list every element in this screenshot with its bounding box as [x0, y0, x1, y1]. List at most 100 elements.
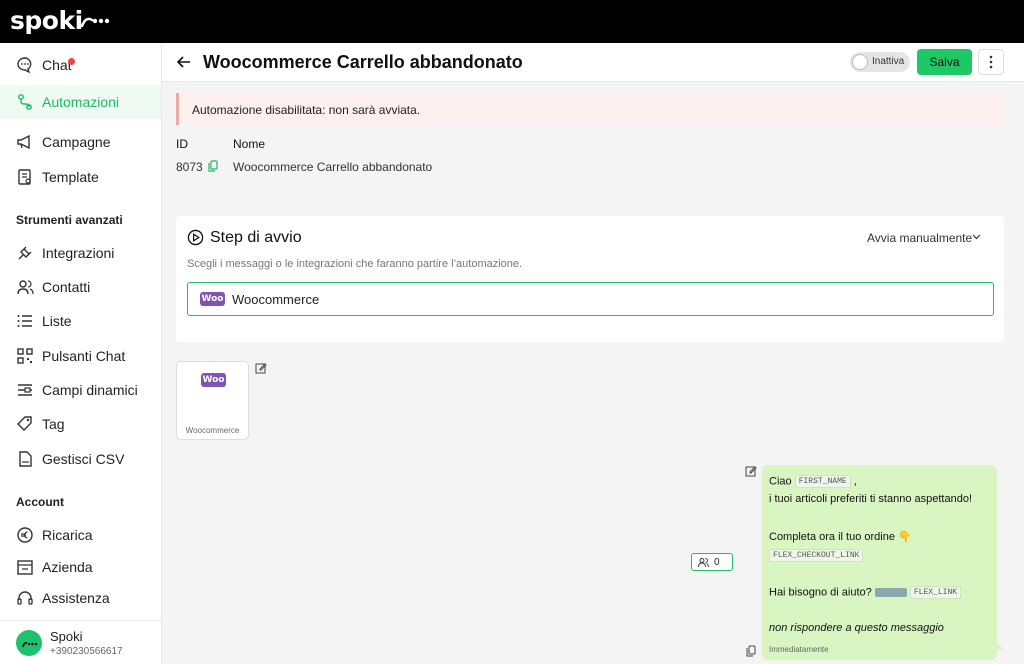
section-title-account: Account — [16, 495, 64, 509]
spoki-logo[interactable]: spoki — [10, 6, 83, 35]
sidebar-item-automazioni[interactable]: Automazioni — [0, 85, 161, 119]
chevron-down-icon[interactable] — [972, 234, 981, 240]
sidebar-item-azienda[interactable]: Azienda — [0, 550, 161, 584]
list-icon — [17, 315, 32, 327]
copy-icon[interactable] — [208, 160, 218, 172]
avatar — [16, 630, 42, 656]
back-arrow-icon[interactable] — [176, 54, 192, 70]
save-button[interactable]: Salva — [917, 49, 972, 75]
counter-value: 0 — [714, 557, 720, 568]
sidebar-item-label: Assistenza — [42, 590, 110, 606]
message-line: non rispondere a questo messaggio — [769, 622, 944, 634]
id-value: 8073 — [176, 160, 203, 174]
sidebar-item-integrazioni[interactable]: Integrazioni — [0, 236, 161, 270]
active-toggle[interactable]: Inattiva — [850, 52, 910, 72]
trigger-selector[interactable]: Woo Woocommerce — [187, 282, 994, 316]
spoki-avatar-icon — [22, 641, 38, 648]
sidebar-item-label: Azienda — [42, 559, 93, 575]
message-line-greeting: Ciao FIRST_NAME , — [769, 475, 857, 488]
message-line-complete: Completa ora il tuo ordine 👇 — [769, 530, 912, 543]
notification-dot — [68, 58, 75, 65]
profile-name: Spoki — [50, 629, 83, 644]
sidebar-item-label: Chat — [42, 57, 72, 73]
building-icon — [17, 560, 33, 575]
csv-file-icon — [19, 451, 32, 467]
edit-message-icon[interactable] — [745, 465, 757, 477]
sidebar: Chat Automazioni Campagne Template Strum… — [0, 43, 162, 664]
greeting-text: Ciao — [769, 475, 792, 488]
disabled-alert: Automazione disabilitata: non sarà avvia… — [176, 93, 1004, 125]
more-options-button[interactable] — [978, 49, 1004, 75]
sidebar-item-ricarica[interactable]: Ricarica — [0, 518, 161, 552]
toggle-label: Inattiva — [872, 56, 905, 67]
template-icon — [18, 169, 31, 185]
logo-dots-icon — [80, 17, 110, 28]
section-title-advanced: Strumenti avanzati — [16, 213, 123, 227]
sidebar-item-label: Template — [42, 169, 99, 185]
qr-code-icon — [17, 348, 33, 364]
sidebar-item-liste[interactable]: Liste — [0, 304, 161, 338]
sidebar-item-label: Integrazioni — [42, 245, 115, 261]
bubble-tail — [994, 640, 1004, 650]
sidebar-item-label: Campi dinamici — [42, 382, 138, 398]
variable-chip: FLEX_LINK — [909, 586, 962, 599]
fields-icon — [18, 384, 32, 396]
sidebar-item-label: Pulsanti Chat — [42, 348, 126, 364]
help-text: Hai bisogno di aiuto? — [769, 586, 872, 599]
id-label: ID — [176, 137, 188, 151]
sidebar-item-label: Liste — [42, 313, 72, 329]
message-line-help: Hai bisogno di aiuto? FLEX_LINK — [769, 586, 962, 599]
headset-icon — [17, 591, 33, 605]
page-title: Woocommerce Carrello abbandonato — [203, 52, 523, 72]
complete-text: Completa ora il tuo ordine — [769, 531, 895, 543]
megaphone-icon — [17, 134, 30, 150]
greeting-suffix: , — [853, 475, 857, 488]
woocommerce-logo-icon: Woo — [201, 373, 226, 387]
sidebar-item-campi-dinamici[interactable]: Campi dinamici — [0, 373, 161, 407]
users-icon — [698, 558, 709, 568]
sidebar-item-pulsanti-chat[interactable]: Pulsanti Chat — [0, 339, 161, 373]
start-step-card: Step di avvio Avvia manualmente Scegli i… — [176, 216, 1004, 342]
sidebar-item-template[interactable]: Template — [0, 160, 161, 194]
contacts-icon — [17, 280, 34, 295]
sidebar-item-label: Gestisci CSV — [42, 451, 125, 467]
tag-icon — [17, 416, 32, 431]
euro-icon — [17, 527, 33, 543]
plug-icon — [18, 246, 32, 260]
sidebar-item-tag[interactable]: Tag — [0, 407, 161, 441]
sidebar-item-chat[interactable]: Chat — [0, 48, 161, 82]
name-value: Woocommerce Carrello abbandonato — [233, 160, 433, 174]
profile-phone: +390230566617 — [50, 646, 123, 657]
more-vertical-icon — [989, 55, 993, 69]
arrows-emoji-icon — [874, 588, 907, 597]
toggle-knob — [852, 54, 868, 70]
message-bubble[interactable]: Ciao FIRST_NAME , i tuoi articoli prefer… — [762, 465, 997, 660]
top-bar: spoki — [0, 0, 1024, 43]
sidebar-item-assistenza[interactable]: Assistenza — [0, 581, 161, 615]
sidebar-item-label: Automazioni — [42, 94, 120, 110]
automation-icon — [18, 94, 32, 110]
sidebar-item-campagne[interactable]: Campagne — [0, 125, 161, 159]
chat-icon — [17, 57, 32, 74]
sidebar-item-label: Contatti — [42, 279, 91, 295]
sidebar-item-contatti[interactable]: Contatti — [0, 270, 161, 304]
profile-menu[interactable]: Spoki +390230566617 — [0, 620, 161, 664]
woocommerce-logo-icon: Woo — [200, 292, 225, 306]
page-header: Woocommerce Carrello abbandonato Inattiv… — [162, 43, 1024, 82]
message-line: i tuoi articoli preferiti ti stanno aspe… — [769, 493, 973, 505]
pointing-down-emoji: 👇 — [898, 531, 912, 543]
step-subtitle: Scegli i messaggi o le integrazioni che … — [187, 258, 523, 270]
play-circle-icon — [187, 229, 204, 246]
step-title: Step di avvio — [210, 229, 302, 246]
start-mode-dropdown[interactable]: Avvia manualmente — [867, 231, 972, 245]
copy-message-icon[interactable] — [745, 645, 757, 657]
variable-chip: FIRST_NAME — [794, 475, 851, 488]
variable-chip: FLEX_CHECKOUT_LINK — [769, 549, 864, 562]
contacts-counter[interactable]: 0 — [691, 553, 733, 571]
sidebar-item-gestisci-csv[interactable]: Gestisci CSV — [0, 442, 161, 476]
woocommerce-node[interactable]: Woo Woocommerce — [176, 361, 249, 440]
message-timing: Immediatamente — [769, 645, 829, 654]
edit-icon[interactable] — [255, 362, 267, 374]
sidebar-item-label: Campagne — [42, 134, 111, 150]
trigger-name: Woocommerce — [232, 292, 320, 307]
